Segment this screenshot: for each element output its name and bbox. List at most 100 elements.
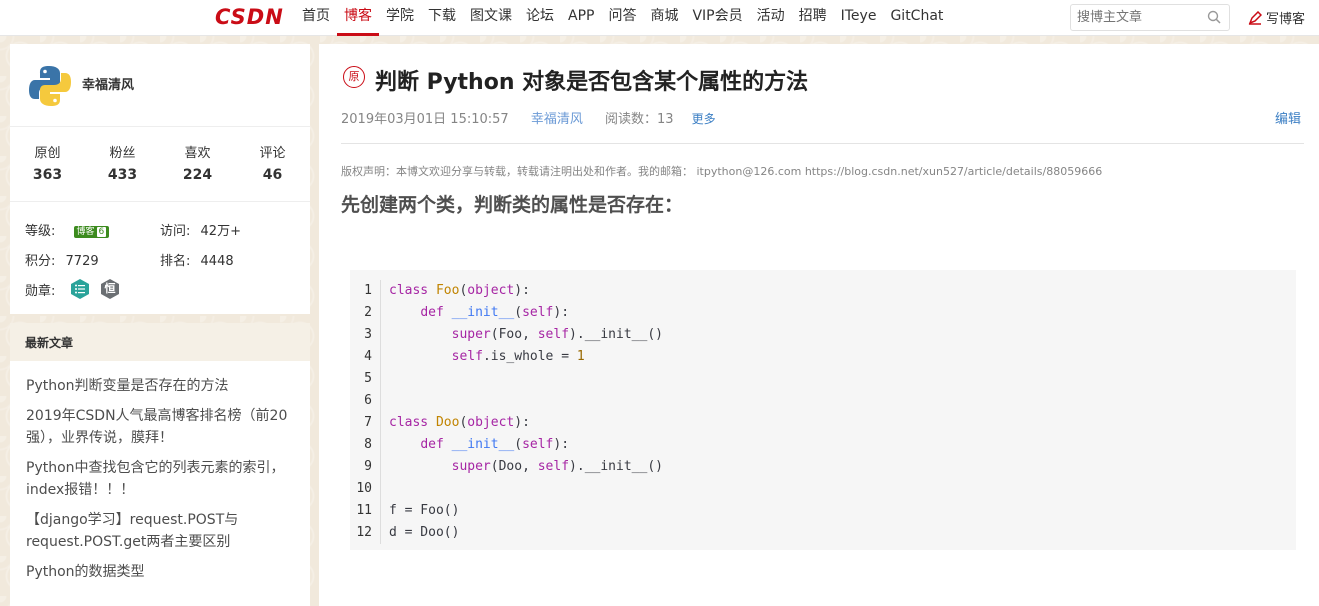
line-number: 3 [364,327,372,342]
nav-item-course[interactable]: 图文课 [463,0,519,36]
divider [10,126,310,127]
nav-item-events[interactable]: 活动 [750,0,792,36]
code-token: ( [514,437,523,452]
code-token: Doo [435,415,460,430]
latest-article-link[interactable]: 2019年CSDN人气最高博客排名榜（前20强），业界传说，膜拜！ [26,405,294,449]
code-line: super(Foo, self).__init__() [389,324,663,346]
code-line: self.is_whole = 1 [389,346,663,368]
stat-original[interactable]: 原创 363 [10,142,85,183]
code-token: ): [514,415,530,430]
python-logo-avatar[interactable] [26,62,74,110]
points-value: 7729 [65,254,99,269]
latest-article-link[interactable]: Python的数据类型 [26,561,294,583]
search-icon[interactable] [1207,10,1221,24]
level-label: 等级: [25,224,56,239]
nav-item-iteye[interactable]: ITeye [834,0,884,36]
code-token: ): [553,305,570,320]
nav-item-forum[interactable]: 论坛 [519,0,561,36]
level-number: 6 [96,227,107,237]
level-badge[interactable]: 博客 6 [73,226,110,238]
rank-row: 排名: 4448 [160,250,234,269]
pen-icon [1248,10,1262,25]
nav-item-vip[interactable]: VIP会员 [685,0,749,36]
latest-articles-list: Python判断变量是否存在的方法 2019年CSDN人气最高博客排名榜（前20… [10,361,310,583]
code-token: def [420,305,444,320]
nav-item-home[interactable]: 首页 [295,0,337,36]
code-line: def __init__(self): [389,434,663,456]
edit-link[interactable]: 编辑 [1275,108,1301,127]
rank-value: 4448 [200,254,234,269]
points-label: 积分: [25,254,56,269]
code-line: d = Doo() [389,525,460,540]
code-body: class Foo(object): def __init__(self): s… [389,280,663,544]
main-nav: 首页 博客 学院 下载 图文课 论坛 APP 问答 商城 VIP会员 活动 招聘… [295,0,950,36]
line-number: 9 [364,459,372,474]
code-token: __init__ [451,437,515,452]
visits-row: 访问: 42万+ [160,220,241,239]
profile-stats: 原创 363 粉丝 433 喜欢 224 评论 46 [10,142,310,183]
article-author-link[interactable]: 幸福清风 [531,112,583,127]
medal-glyph: 恒 [104,282,116,295]
stat-label: 原创 [34,146,61,161]
line-number: 7 [364,415,372,430]
csdn-logo[interactable]: CSDN [215,6,284,28]
code-token: self [451,349,483,364]
nav-item-academy[interactable]: 学院 [379,0,421,36]
nav-item-qa[interactable]: 问答 [601,0,643,36]
latest-article-link[interactable]: 【django学习】request.POST与request.POST.get两… [26,509,294,553]
stat-likes[interactable]: 喜欢 224 [160,142,235,183]
latest-article-link[interactable]: Python判断变量是否存在的方法 [26,375,294,397]
nav-item-app[interactable]: APP [561,0,601,36]
article-date: 2019年03月01日 15:10:57 [341,112,509,127]
stat-fans[interactable]: 粉丝 433 [85,142,160,183]
level-row: 等级: 博客 6 [25,220,110,239]
profile-username[interactable]: 幸福清风 [82,74,134,93]
code-line: def __init__(self): [389,302,663,324]
article-title: 判断 Python 对象是否包含某个属性的方法 [375,70,809,95]
code-line: super(Doo, self).__init__() [389,456,663,478]
nav-item-download[interactable]: 下载 [421,0,463,36]
code-token: ).__init__() [569,327,663,342]
nav-item-blog[interactable]: 博客 [337,0,379,36]
visits-value: 42万+ [200,224,241,239]
stat-value: 46 [262,167,283,183]
code-token: self [522,437,554,452]
code-token: ): [553,437,570,452]
code-token: object [467,415,515,430]
code-token: class [389,415,429,430]
code-token: object [467,283,515,298]
code-token: (Foo, [490,327,538,342]
article-panel: 原 判断 Python 对象是否包含某个属性的方法 2019年03月01日 15… [319,44,1319,606]
nav-item-store[interactable]: 商城 [643,0,685,36]
code-token: .is_whole = [482,349,577,364]
code-line-numbers: 1 2 3 4 5 6 7 8 9 10 11 12 [350,280,381,544]
code-block[interactable]: 1 2 3 4 5 6 7 8 9 10 11 12 class Foo(obj… [350,270,1296,550]
write-blog-label: 写博客 [1266,12,1306,27]
latest-article-link[interactable]: Python中查找包含它的列表元素的索引，index报错！！！ [26,457,294,501]
stat-value: 363 [32,167,63,183]
code-token: self [537,459,570,474]
search-box [1070,4,1230,31]
code-token: self [537,327,570,342]
search-input[interactable] [1077,5,1207,30]
latest-articles-title: 最新文章 [10,323,310,361]
divider [341,143,1304,144]
medal-list-icon[interactable] [69,278,91,300]
points-row: 积分: 7729 [25,250,99,269]
medal-persistence-icon[interactable]: 恒 [99,278,121,300]
code-token: super [451,459,491,474]
code-token: ): [514,283,530,298]
nav-item-gitchat[interactable]: GitChat [883,0,950,36]
nav-item-jobs[interactable]: 招聘 [792,0,834,36]
write-blog-button[interactable]: 写博客 [1248,8,1305,27]
code-token: __init__ [451,305,515,320]
top-navbar: CSDN 首页 博客 学院 下载 图文课 论坛 APP 问答 商城 VIP会员 … [0,0,1319,36]
more-link[interactable]: 更多 [692,112,716,126]
stat-comments[interactable]: 评论 46 [235,142,310,183]
code-token: def [420,437,444,452]
code-token: (Doo, [490,459,538,474]
divider [10,201,310,202]
